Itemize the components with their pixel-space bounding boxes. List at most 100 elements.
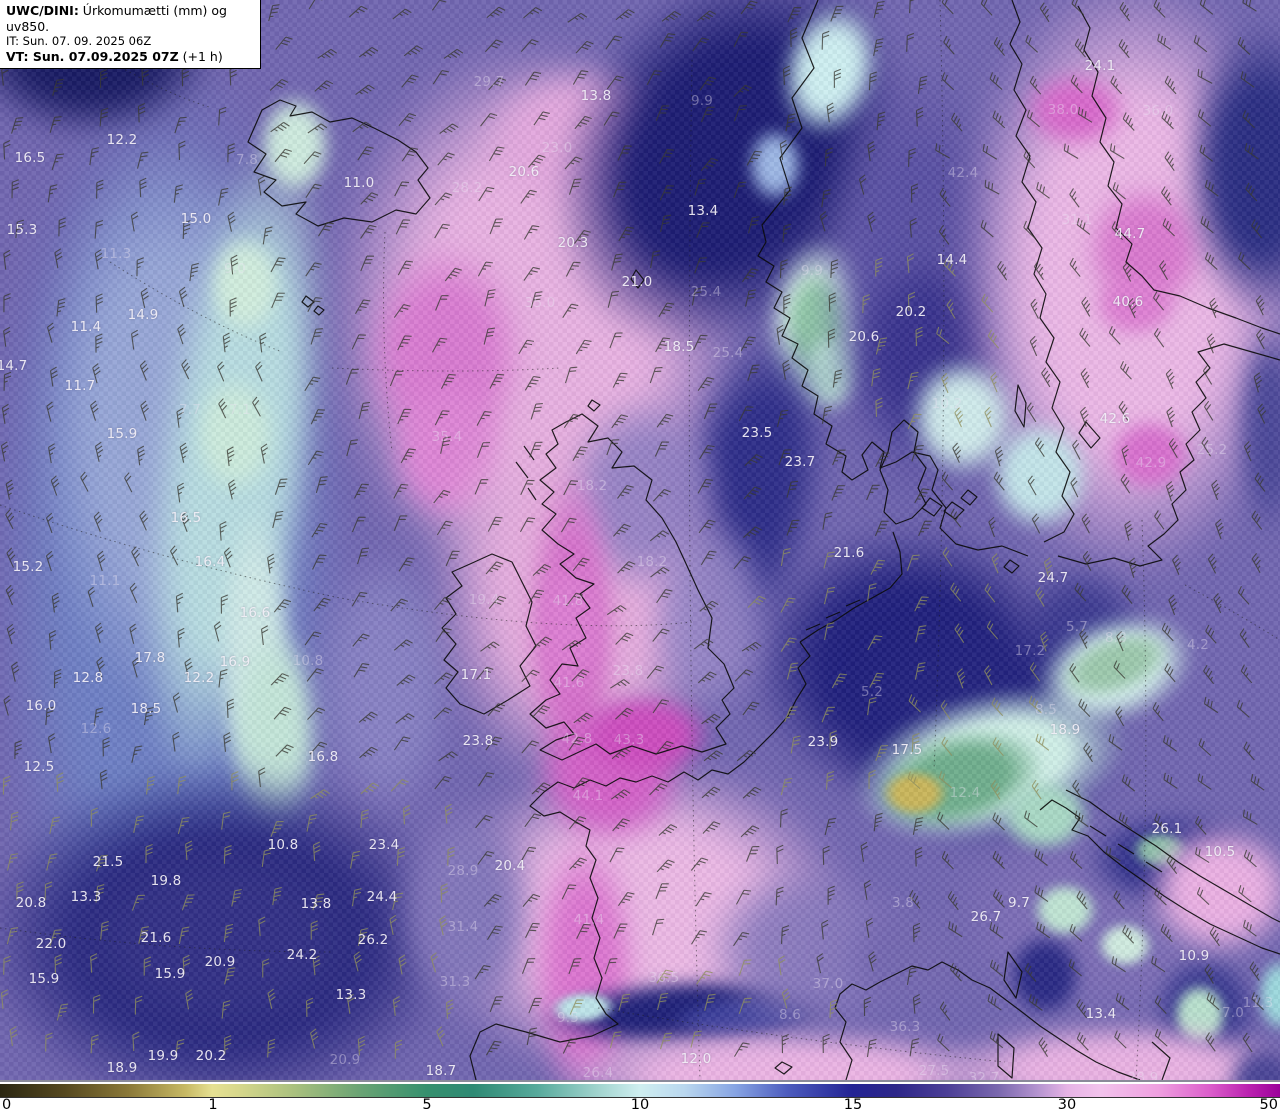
map-value-label: 14.9 — [127, 307, 159, 323]
map-value-label: 35.4 — [431, 429, 463, 445]
map-value-label: 24.1 — [1084, 58, 1116, 74]
map-value-label: 26.4 — [582, 1065, 614, 1081]
map-value-label: 23.5 — [741, 425, 773, 441]
value-labels-layer: 16.5 12.2 29.7 13.8 9.9 24.1 38.0 36.0 7.8 11.0 15… — [0, 0, 1280, 1082]
map-value-label: 23.4 — [368, 837, 400, 853]
map-value-label: 15.9 — [154, 966, 186, 982]
map-value-label: 22.0 — [35, 936, 67, 952]
title-line-model: UWC/DINI: Úrkomumætti (mm) og uv850. — [6, 3, 227, 34]
map-value-label: 21.0 — [621, 274, 653, 290]
map-value-label: 8.5 — [1034, 702, 1058, 718]
map-value-label: 25.4 — [712, 345, 744, 361]
map-value-label: 13.8 — [300, 896, 332, 912]
map-value-label: 28.2 — [451, 180, 483, 196]
map-value-label: 24.2 — [286, 947, 318, 963]
map-value-label: 20.8 — [15, 895, 47, 911]
map-value-label: 10.8 — [292, 653, 324, 669]
map-value-label: 10.9 — [1178, 948, 1210, 964]
map-value-label: 19.9 — [147, 1048, 179, 1064]
title-box: UWC/DINI: Úrkomumætti (mm) og uv850. IT:… — [0, 0, 261, 70]
map-value-label: 15.3 — [6, 222, 38, 238]
map-value-label: 20.6 — [848, 329, 880, 345]
map-value-label: 12.5 — [23, 759, 55, 775]
map-value-label: 16.5 — [14, 150, 46, 166]
map-value-label: 13.4 — [1085, 1006, 1117, 1022]
map-value-label: 23.8 — [612, 663, 644, 679]
map-value-label: 41.6 — [553, 675, 585, 691]
title-line-init-time: IT: Sun. 07. 09. 2025 06Z — [6, 34, 152, 49]
map-value-label: 11.0 — [343, 175, 375, 191]
map-value-label: 20.4 — [494, 858, 526, 874]
colorbar: 0 1 5 10 15 30 50 — [0, 1080, 1280, 1115]
map-value-label: 24.4 — [366, 889, 398, 905]
colorbar-tick: 10 — [630, 1097, 650, 1113]
map-value-label: 18.7 — [425, 1063, 457, 1079]
map-value-label: 7.7 — [178, 402, 202, 418]
map-value-label: 11.3 — [1242, 995, 1274, 1011]
map-value-label: 20.2 — [195, 1048, 227, 1064]
map-value-label: 17.2 — [1014, 643, 1046, 659]
map-value-label: 42.6 — [1099, 411, 1131, 427]
map-value-label: 25.2 — [1196, 442, 1228, 458]
map-value-label: 9.9 — [690, 93, 714, 109]
colorbar-tick: 0 — [2, 1097, 12, 1113]
map-value-label: 12.2 — [183, 670, 215, 686]
map-value-label: 15.9 — [106, 426, 138, 442]
map-value-label: 9.5 — [556, 1010, 580, 1026]
map-value-label: 18.2 — [636, 554, 668, 570]
map-value-label: 16.6 — [239, 605, 271, 621]
map-value-label: 17.1 — [460, 667, 492, 683]
map-value-label: 12.6 — [80, 721, 112, 737]
map-value-label: 15.0 — [180, 211, 212, 227]
map-value-label: 40.6 — [1112, 294, 1144, 310]
map-value-label: 16.9 — [219, 654, 251, 670]
colorbar-tick: 5 — [422, 1097, 432, 1113]
map-value-label: 35.0 — [524, 295, 556, 311]
map-value-label: 12.4 — [949, 785, 981, 801]
map-value-label: 10.2 — [931, 396, 963, 412]
map-value-label: 16.5 — [170, 510, 202, 526]
map-value-label: 36.0 — [1142, 103, 1174, 119]
colorbar-tick: 15 — [843, 1097, 863, 1113]
map-value-label: 21.6 — [140, 930, 172, 946]
map-value-label: 26.2 — [357, 932, 389, 948]
map-value-label: 27.5 — [918, 1063, 950, 1079]
map-value-label: 44.7 — [1114, 226, 1146, 242]
map-value-label: 41.8 — [552, 593, 584, 609]
map-value-label: 16.4 — [194, 554, 226, 570]
map-value-label: 36.3 — [889, 1019, 921, 1035]
map-value-label: 18.5 — [130, 701, 162, 717]
map-value-label: 10.8 — [267, 837, 299, 853]
map-value-label: 28.9 — [447, 863, 479, 879]
map-value-label: 14.7 — [0, 358, 28, 374]
map-value-label: 31.4 — [447, 919, 479, 935]
map-value-label: 23.8 — [462, 733, 494, 749]
map-value-label: 5.2 — [860, 684, 884, 700]
map-value-label: 12.2 — [106, 132, 138, 148]
map-value-label: 23.9 — [807, 734, 839, 750]
map-value-label: 9.9 — [800, 263, 824, 279]
map-value-label: 37.0 — [812, 976, 844, 992]
map-value-label: 18.2 — [576, 478, 608, 494]
map-value-label: 23.0 — [541, 140, 573, 156]
map-value-label: 16.8 — [307, 749, 339, 765]
map-value-label: 25.4 — [690, 284, 722, 300]
map-value-label: 4.2 — [1186, 637, 1210, 653]
map-value-label: 41.4 — [573, 912, 605, 928]
map-value-label: 7.0 — [1221, 1005, 1245, 1021]
map-value-label: 9.0 — [223, 261, 247, 277]
map-value-label: 18.9 — [106, 1060, 138, 1076]
map-value-label: 11.1 — [89, 573, 121, 589]
map-value-label: 11.7 — [64, 378, 96, 394]
map-value-label: 7.1 — [228, 402, 252, 418]
colorbar-tick: 30 — [1057, 1097, 1077, 1113]
map-value-label: 36.5 — [648, 970, 680, 986]
map-value-label: 20.3 — [557, 235, 589, 251]
title-line-valid-time: VT: Sun. 07.09.2025 07Z (+1 h) — [6, 48, 223, 64]
map-value-label: 3.8 — [891, 895, 915, 911]
colorbar-tick: 1 — [208, 1097, 218, 1113]
map-value-label: 16.0 — [25, 698, 57, 714]
map-value-label: 44.1 — [572, 788, 604, 804]
map-value-label: 10.5 — [1204, 844, 1236, 860]
map-value-label: 29.7 — [473, 74, 505, 90]
